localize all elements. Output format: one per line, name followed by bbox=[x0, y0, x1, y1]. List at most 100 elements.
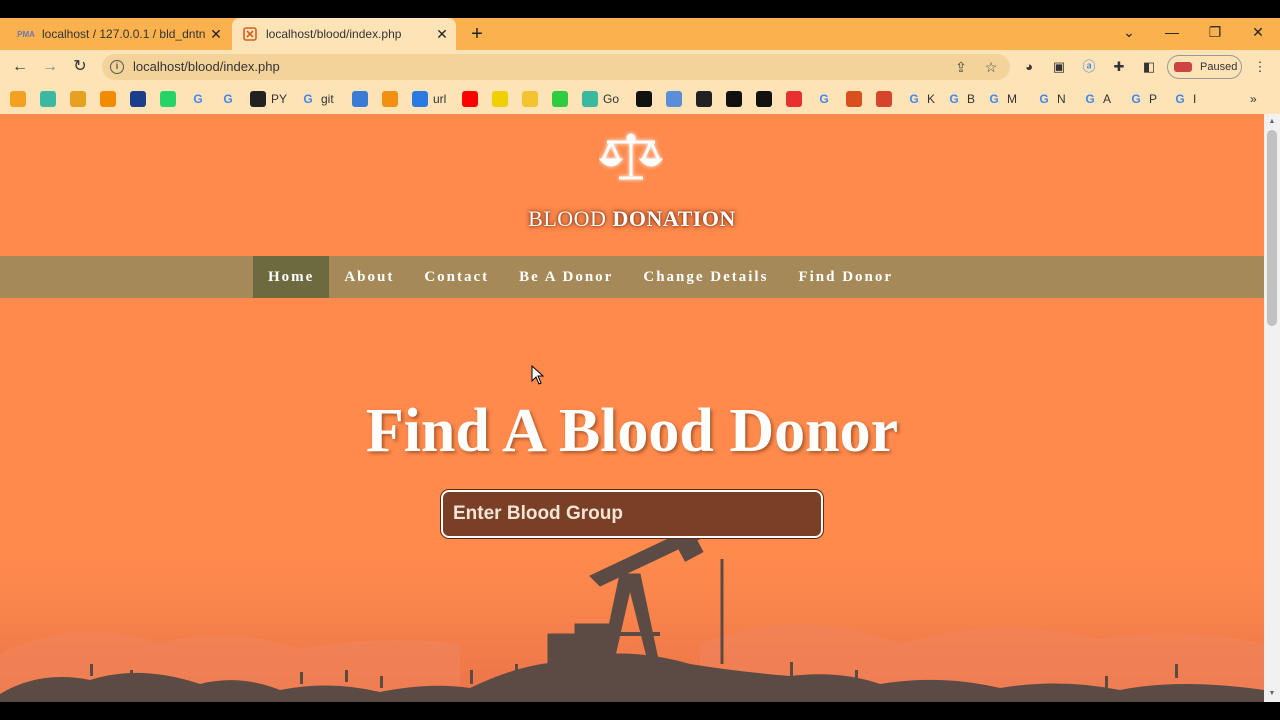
bookmark-item[interactable] bbox=[696, 90, 712, 108]
bookmark-label: git bbox=[321, 92, 334, 106]
screen-border-top bbox=[0, 0, 1280, 18]
google-icon: G bbox=[193, 92, 203, 106]
bookmark-label: A bbox=[1103, 92, 1112, 106]
nav-item-find-donor[interactable]: Find Donor bbox=[783, 256, 908, 298]
address-bar[interactable]: i localhost/blood/index.php ⇪ ☆ bbox=[102, 54, 1010, 80]
blood-group-search-input[interactable] bbox=[441, 490, 823, 538]
bookmark-item[interactable]: PY bbox=[250, 90, 287, 108]
google-icon: G bbox=[223, 92, 233, 106]
paused-label: Paused bbox=[1200, 61, 1238, 73]
bookmark-item[interactable] bbox=[70, 90, 86, 108]
panda-extension-icon[interactable]: ◕ bbox=[1020, 58, 1038, 76]
bookmark-item[interactable]: Ggit bbox=[300, 90, 334, 108]
hero-heading: Find A Blood Donor bbox=[365, 397, 899, 465]
bookmark-item[interactable] bbox=[876, 90, 892, 108]
bookmark-item[interactable]: G bbox=[220, 90, 236, 108]
google-icon: G bbox=[1175, 92, 1185, 106]
bookmark-item[interactable] bbox=[160, 90, 176, 108]
bm-icon bbox=[522, 91, 538, 107]
github-icon bbox=[250, 91, 266, 107]
pma-icon bbox=[382, 91, 398, 107]
tab-title: localhost / 127.0.0.1 / bld_dntn / bbox=[42, 27, 206, 41]
close-icon[interactable]: ✕ bbox=[206, 26, 226, 43]
close-icon[interactable]: ✕ bbox=[432, 26, 452, 43]
bookmark-item[interactable]: GB bbox=[946, 90, 975, 108]
bm-icon bbox=[10, 91, 26, 107]
info-icon[interactable]: i bbox=[110, 60, 124, 74]
bookmark-label: B bbox=[967, 92, 976, 106]
star-bookmark-icon[interactable]: ☆ bbox=[982, 58, 1000, 76]
bookmark-item[interactable]: GP bbox=[1128, 90, 1157, 108]
nav-item-be-a-donor[interactable]: Be A Donor bbox=[504, 256, 628, 298]
bookmark-label: N bbox=[1057, 92, 1066, 106]
bookmark-item[interactable] bbox=[130, 90, 146, 108]
window-close-icon[interactable]: ✕ bbox=[1238, 18, 1278, 46]
profile-paused-button[interactable]: Paused bbox=[1167, 55, 1242, 79]
bookmark-item[interactable] bbox=[492, 90, 508, 108]
scroll-up-arrow-icon[interactable]: ▲ bbox=[1268, 118, 1276, 125]
back-arrow-icon[interactable]: ← bbox=[7, 54, 33, 80]
eye-icon bbox=[876, 91, 892, 107]
nav-item-about[interactable]: About bbox=[329, 256, 409, 298]
bookmark-item[interactable]: url bbox=[412, 90, 446, 108]
reload-icon[interactable]: ↻ bbox=[67, 54, 93, 80]
nav-item-change-details[interactable]: Change Details bbox=[628, 256, 783, 298]
bookmark-item[interactable] bbox=[100, 90, 116, 108]
bookmark-item[interactable] bbox=[786, 90, 802, 108]
kebab-menu-icon[interactable]: ⋮ bbox=[1251, 58, 1269, 76]
puzzle-extensions-icon[interactable]: ✚ bbox=[1110, 58, 1128, 76]
bookmark-item[interactable]: GI bbox=[1172, 90, 1196, 108]
bookmark-item[interactable] bbox=[552, 90, 568, 108]
nav-item-contact[interactable]: Contact bbox=[409, 256, 504, 298]
site-title: BLOOD DONATION bbox=[528, 206, 736, 231]
bookmark-label: I bbox=[1193, 92, 1197, 106]
new-tab-icon[interactable]: + bbox=[466, 22, 488, 46]
bookmarks-bar: G G PY Ggit url Go G G K G B G M G N G A G P G I bbox=[0, 84, 1280, 114]
bookmark-item[interactable] bbox=[40, 90, 56, 108]
bookmark-item[interactable] bbox=[666, 90, 682, 108]
forward-arrow-icon[interactable]: → bbox=[37, 54, 63, 80]
bookmark-item[interactable]: Go bbox=[582, 90, 619, 108]
page-scrollbar[interactable]: ▲ ▼ bbox=[1264, 114, 1280, 702]
bookmark-item[interactable]: GM bbox=[986, 90, 1017, 108]
extension-a-icon[interactable]: ⓐ bbox=[1080, 58, 1098, 76]
main-navigation: Home About Contact Be A Donor Change Details… bbox=[0, 256, 1264, 298]
youtube-icon bbox=[462, 91, 478, 107]
bookmark-item[interactable] bbox=[636, 90, 652, 108]
bookmark-item[interactable]: G bbox=[190, 90, 206, 108]
bookmark-item[interactable] bbox=[352, 90, 368, 108]
bookmark-item[interactable] bbox=[10, 90, 26, 108]
google-icon: G bbox=[1039, 92, 1049, 106]
bm-icon bbox=[756, 91, 772, 107]
more-bookmarks-chevron-icon[interactable]: » bbox=[1250, 90, 1257, 108]
bookmark-item[interactable] bbox=[462, 90, 478, 108]
tab-search-chevron-down-icon[interactable]: ⌄ bbox=[1109, 18, 1149, 46]
extension-icon[interactable]: ▣ bbox=[1050, 58, 1068, 76]
bookmark-item[interactable] bbox=[846, 90, 862, 108]
side-panel-icon[interactable]: ◧ bbox=[1140, 58, 1158, 76]
bm-icon bbox=[70, 91, 86, 107]
browser-tab-phpmyadmin[interactable]: PMA localhost / 127.0.0.1 / bld_dntn / ✕ bbox=[8, 18, 230, 50]
nav-item-home[interactable]: Home bbox=[253, 256, 330, 298]
browser-tab-blood-index[interactable]: localhost/blood/index.php ✕ bbox=[232, 18, 456, 50]
bookmark-item[interactable] bbox=[756, 90, 772, 108]
bookmark-label: M bbox=[1007, 92, 1017, 106]
bm-icon bbox=[582, 91, 598, 107]
bm-icon bbox=[696, 91, 712, 107]
scroll-down-arrow-icon[interactable]: ▼ bbox=[1268, 690, 1276, 697]
bookmark-item[interactable]: G bbox=[816, 90, 832, 108]
bookmark-item[interactable]: GN bbox=[1036, 90, 1066, 108]
bookmark-label: url bbox=[433, 92, 447, 106]
share-icon[interactable]: ⇪ bbox=[952, 58, 970, 76]
yandex-icon bbox=[786, 91, 802, 107]
restore-icon[interactable]: ❐ bbox=[1195, 18, 1235, 46]
bookmark-item[interactable]: GA bbox=[1082, 90, 1111, 108]
minimize-icon[interactable]: — bbox=[1152, 18, 1192, 46]
bookmark-item[interactable]: GK bbox=[906, 90, 935, 108]
bookmark-item[interactable] bbox=[382, 90, 398, 108]
bookmark-item[interactable] bbox=[522, 90, 538, 108]
scrollbar-thumb[interactable] bbox=[1267, 130, 1277, 326]
bookmark-item[interactable] bbox=[726, 90, 742, 108]
google-icon: G bbox=[989, 92, 999, 106]
screen-border-bottom bbox=[0, 702, 1280, 720]
